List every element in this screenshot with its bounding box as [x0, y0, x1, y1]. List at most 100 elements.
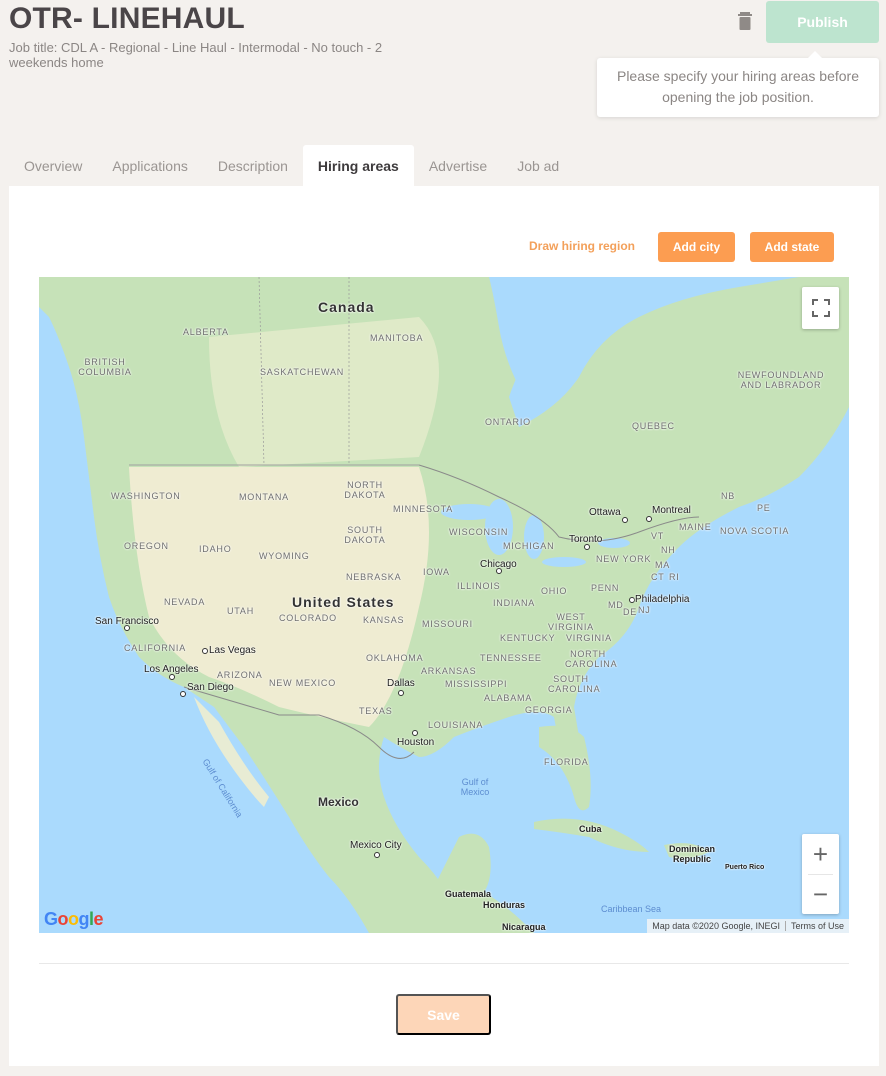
- city-marker: [622, 517, 628, 523]
- map-label-honduras: Honduras: [483, 900, 526, 910]
- map-label-south-carolina: SOUTH CAROLINA: [548, 674, 601, 694]
- map-label-north-carolina: NORTH CAROLINA: [565, 649, 618, 669]
- map-label-cuba: Cuba: [579, 824, 602, 834]
- map-city-philadelphia: Philadelphia: [635, 594, 690, 605]
- map-terrain: [39, 277, 849, 933]
- job-title: OTR- LINEHAUL: [9, 2, 245, 35]
- city-marker: [646, 516, 652, 522]
- map-label-de: DE: [623, 607, 638, 617]
- map-label-oklahoma: OKLAHOMA: [366, 653, 424, 663]
- delete-button[interactable]: [738, 12, 752, 30]
- map-label-south-dakota: SOUTH DAKOTA: [344, 525, 386, 545]
- city-marker: [398, 690, 404, 696]
- fullscreen-button[interactable]: [802, 287, 839, 329]
- map-label-nicaragua: Nicaragua: [502, 922, 546, 932]
- terms-of-use-link[interactable]: Terms of Use: [786, 921, 849, 931]
- zoom-divider: [808, 874, 833, 875]
- divider: [39, 963, 849, 964]
- hiring-map[interactable]: Canada United States Mexico ALBERTA BRIT…: [39, 277, 849, 933]
- map-label-alabama: ALABAMA: [484, 693, 533, 703]
- map-label-newfoundland: NEWFOUNDLAND AND LABRADOR: [737, 370, 825, 390]
- map-label-utah: UTAH: [227, 606, 255, 616]
- map-label-saskatchewan: SASKATCHEWAN: [260, 367, 345, 377]
- map-label-united-states: United States: [292, 594, 395, 610]
- map-label-manitoba: MANITOBA: [370, 333, 424, 343]
- map-label-illinois: ILLINOIS: [457, 581, 501, 591]
- city-marker: [412, 730, 418, 736]
- map-city-houston: Houston: [397, 737, 435, 748]
- map-label-new-mexico: NEW MEXICO: [269, 678, 337, 688]
- map-label-arizona: ARIZONA: [217, 670, 263, 680]
- map-label-kentucky: KENTUCKY: [500, 633, 556, 643]
- map-label-ohio: OHIO: [541, 586, 568, 596]
- map-label-mississippi: MISSISSIPPI: [445, 679, 508, 689]
- tab-hiring-areas[interactable]: Hiring areas: [302, 145, 414, 186]
- city-marker: [202, 648, 208, 654]
- map-label-minnesota: MINNESOTA: [393, 504, 454, 514]
- map-city-las-vegas: Las Vegas: [209, 645, 256, 656]
- map-label-missouri: MISSOURI: [422, 619, 473, 629]
- map-city-chicago: Chicago: [480, 559, 517, 570]
- city-marker: [180, 691, 186, 697]
- trash-icon: [738, 12, 752, 30]
- map-label-nh: NH: [661, 545, 676, 555]
- tab-job-ad[interactable]: Job ad: [502, 145, 574, 186]
- map-label-montana: MONTANA: [239, 492, 289, 502]
- map-label-tennessee: TENNESSEE: [480, 653, 542, 663]
- fullscreen-icon: [811, 299, 830, 317]
- map-label-maine: MAINE: [679, 522, 712, 532]
- map-label-gulf-of-mexico: Gulf of Mexico: [460, 777, 490, 797]
- map-label-penn: PENN: [591, 583, 620, 593]
- map-label-alberta: ALBERTA: [183, 327, 229, 337]
- map-label-idaho: IDAHO: [199, 544, 232, 554]
- save-button[interactable]: Save: [396, 994, 491, 1035]
- map-label-ri: RI: [669, 572, 680, 582]
- map-city-mexico-city: Mexico City: [350, 840, 402, 851]
- add-city-button[interactable]: Add city: [658, 232, 735, 262]
- map-label-iowa: IOWA: [423, 567, 450, 577]
- publish-button[interactable]: Publish: [766, 1, 879, 43]
- city-marker: [374, 852, 380, 858]
- map-label-florida: FLORIDA: [544, 757, 589, 767]
- map-city-montreal: Montreal: [652, 505, 691, 516]
- publish-tooltip: Please specify your hiring areas before …: [597, 51, 879, 117]
- tab-overview[interactable]: Overview: [9, 145, 97, 186]
- zoom-out-button[interactable]: −: [802, 874, 839, 914]
- map-label-ontario: ONTARIO: [485, 417, 531, 427]
- map-city-dallas: Dallas: [387, 678, 415, 689]
- map-label-north-dakota: NORTH DAKOTA: [344, 480, 386, 500]
- map-label-canada: Canada: [318, 299, 375, 315]
- map-label-nevada: NEVADA: [164, 597, 206, 607]
- map-data-credit: Map data ©2020 Google, INEGI: [652, 921, 780, 931]
- zoom-controls: + −: [802, 834, 839, 914]
- map-label-louisiana: LOUISIANA: [428, 720, 484, 730]
- tab-advertise[interactable]: Advertise: [414, 145, 502, 186]
- map-label-caribbean-sea: Caribbean Sea: [601, 904, 662, 914]
- tab-description[interactable]: Description: [203, 145, 303, 186]
- map-label-ct: CT: [651, 572, 665, 582]
- map-label-washington: WASHINGTON: [111, 491, 181, 501]
- map-label-vt: VT: [651, 531, 665, 541]
- map-label-oregon: OREGON: [124, 541, 169, 551]
- map-label-nj: NJ: [638, 605, 651, 615]
- map-city-san-francisco: San Francisco: [95, 616, 159, 627]
- map-label-quebec: QUEBEC: [632, 421, 675, 431]
- map-label-west-virginia: WEST VIRGINIA: [548, 612, 594, 632]
- map-label-wisconsin: WISCONSIN: [449, 527, 509, 537]
- tab-applications[interactable]: Applications: [97, 145, 203, 186]
- map-label-virginia: VIRGINIA: [566, 633, 612, 643]
- add-state-button[interactable]: Add state: [750, 232, 834, 262]
- map-city-los-angeles: Los Angeles: [144, 664, 199, 675]
- map-label-dominican-republic: Dominican Republic: [668, 844, 715, 864]
- map-city-ottawa: Ottawa: [589, 507, 621, 518]
- zoom-in-button[interactable]: +: [802, 834, 839, 874]
- map-label-british-columbia: BRITISH COLUMBIA: [78, 357, 132, 377]
- google-logo[interactable]: Google: [44, 909, 104, 930]
- map-label-indiana: INDIANA: [493, 598, 536, 608]
- map-city-toronto: Toronto: [569, 534, 603, 545]
- map-label-puerto-rico: Puerto Rico: [725, 864, 765, 871]
- map-label-wyoming: WYOMING: [259, 551, 310, 561]
- draw-hiring-region-link[interactable]: Draw hiring region: [529, 239, 635, 253]
- map-label-ma: MA: [655, 560, 671, 570]
- map-label-kansas: KANSAS: [363, 615, 405, 625]
